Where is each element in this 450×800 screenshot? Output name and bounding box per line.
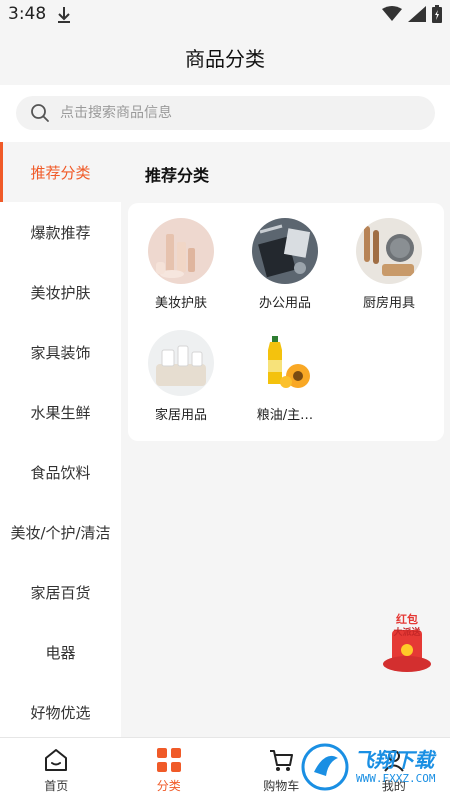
sidebar-item-label: 食品饮料	[30, 463, 91, 482]
cart-icon	[270, 750, 294, 771]
tab-category[interactable]: 分类	[113, 738, 226, 800]
sidebar-item-appliances[interactable]: 电器	[0, 622, 121, 682]
promo-line1: 红包	[396, 612, 418, 626]
sidebar-item-personal-care[interactable]: 美妆/个护/清洁	[0, 502, 121, 562]
grain-oil-image	[252, 330, 318, 396]
battery-icon	[432, 5, 442, 23]
watermark-text: 飞翔下载	[354, 748, 434, 772]
category-card: 美妆护肤 办公用品 厨房用具 家居用品 粮油/主…	[128, 203, 444, 441]
kitchenware-image	[356, 218, 422, 284]
home-goods-image	[148, 330, 214, 396]
sidebar-item-label: 美妆/个护/清洁	[10, 523, 111, 542]
search-box[interactable]	[16, 96, 435, 130]
sidebar-item-beauty[interactable]: 美妆护肤	[0, 262, 121, 322]
status-bar: 3:48	[0, 0, 450, 30]
category-item-cosmetics[interactable]: 美妆护肤	[131, 218, 231, 311]
signal-icon	[408, 6, 426, 22]
page-header: 商品分类	[0, 30, 450, 85]
sidebar-item-recommended[interactable]: 推荐分类	[0, 142, 121, 202]
promo-line2: 大派送	[393, 626, 421, 638]
search-input[interactable]	[60, 105, 435, 121]
page-title: 商品分类	[185, 47, 265, 71]
sidebar-item-label: 水果生鲜	[30, 403, 91, 422]
category-label: 办公用品	[258, 296, 311, 311]
search-bar	[0, 85, 450, 142]
sidebar-item-label: 家具装饰	[30, 343, 91, 362]
category-label: 厨房用具	[362, 296, 415, 311]
sidebar-item-household[interactable]: 家居百货	[0, 562, 121, 622]
section-title: 推荐分类	[145, 166, 210, 185]
category-sidebar: 推荐分类 爆款推荐 美妆护肤 家具装饰 水果生鲜 食品饮料 美妆/个护/清洁 家…	[0, 142, 121, 737]
tab-label: 购物车	[263, 779, 300, 793]
sidebar-item-food[interactable]: 食品饮料	[0, 442, 121, 502]
sidebar-item-selected[interactable]: 好物优选	[0, 682, 121, 737]
tab-label: 首页	[44, 779, 69, 793]
download-icon	[58, 7, 70, 23]
wifi-icon	[382, 6, 402, 21]
category-label: 家居用品	[154, 408, 207, 423]
cosmetics-image	[148, 218, 214, 284]
status-time: 3:48	[8, 4, 47, 24]
category-item-kitchen[interactable]: 厨房用具	[339, 218, 439, 311]
sidebar-item-label: 推荐分类	[30, 163, 91, 182]
tab-label: 分类	[156, 779, 181, 793]
sidebar-item-label: 美妆护肤	[30, 283, 91, 302]
category-label: 美妆护肤	[154, 296, 207, 311]
category-item-office[interactable]: 办公用品	[235, 218, 335, 311]
home-icon	[45, 749, 68, 771]
search-icon	[31, 104, 49, 122]
category-grid-icon	[156, 748, 181, 772]
tab-home[interactable]: 首页	[0, 738, 113, 800]
red-packet-promo-icon[interactable]: 红包 大派送	[380, 612, 434, 674]
watermark-url: WWW.FXXZ.COM	[356, 772, 436, 785]
office-supplies-image	[252, 218, 318, 284]
category-label: 粮油/主…	[256, 408, 314, 423]
sidebar-item-label: 电器	[45, 643, 76, 662]
sidebar-item-furniture[interactable]: 家具装饰	[0, 322, 121, 382]
sidebar-item-label: 爆款推荐	[30, 223, 91, 242]
category-item-home-goods[interactable]: 家居用品	[131, 330, 231, 423]
sidebar-item-fruit[interactable]: 水果生鲜	[0, 382, 121, 442]
sidebar-item-hot[interactable]: 爆款推荐	[0, 202, 121, 262]
category-item-grain-oil[interactable]: 粮油/主…	[235, 330, 335, 423]
sidebar-item-label: 好物优选	[30, 703, 91, 722]
sidebar-item-label: 家居百货	[30, 583, 91, 602]
watermark: 飞翔下载 WWW.FXXZ.COM	[300, 742, 445, 794]
watermark-logo-icon	[301, 743, 349, 791]
